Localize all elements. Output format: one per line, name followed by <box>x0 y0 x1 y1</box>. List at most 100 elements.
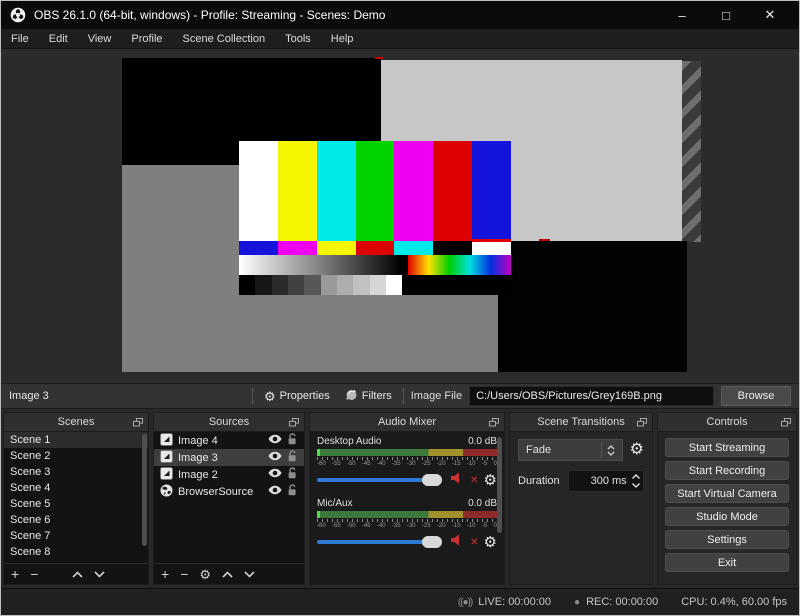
source-properties-gear-icon[interactable]: ⚙ <box>199 568 211 581</box>
rec-time: REC: 00:00:00 <box>586 596 659 608</box>
add-source-button[interactable]: + <box>161 567 169 581</box>
window-title: OBS 26.1.0 (64-bit, windows) - Profile: … <box>34 8 386 22</box>
menu-scene-collection[interactable]: Scene Collection <box>173 29 276 48</box>
browser-source-icon <box>160 484 173 500</box>
volume-slider-handle[interactable] <box>422 474 443 486</box>
start-streaming-button[interactable]: Start Streaming <box>665 438 789 457</box>
volume-slider[interactable] <box>317 536 443 548</box>
move-source-down-button[interactable] <box>244 570 255 578</box>
maximize-button[interactable]: □ <box>711 4 741 26</box>
mute-x-icon: ✕ <box>470 536 479 548</box>
rec-dot-icon: ● <box>574 596 581 608</box>
gear-icon: ⚙ <box>264 388 276 404</box>
visibility-eye-icon[interactable] <box>268 485 282 498</box>
mute-speaker-icon[interactable] <box>451 533 465 551</box>
visibility-eye-icon[interactable] <box>268 434 282 447</box>
scenes-toolbar: + − <box>4 563 148 584</box>
add-scene-button[interactable]: + <box>11 567 19 581</box>
start-virtual-camera-button[interactable]: Start Virtual Camera <box>665 484 789 503</box>
scene-list-item[interactable]: Scene 4 <box>4 480 148 496</box>
scene-list-item[interactable]: Scene 7 <box>4 528 148 544</box>
visibility-eye-icon[interactable] <box>268 451 282 464</box>
menu-tools[interactable]: Tools <box>275 29 321 48</box>
transition-select[interactable]: Fade <box>518 439 623 461</box>
mute-x-icon: ✕ <box>470 474 479 486</box>
controls-title: Controls <box>706 416 748 428</box>
sources-title: Sources <box>208 416 250 428</box>
move-scene-up-button[interactable] <box>72 570 83 578</box>
lock-icon[interactable] <box>287 433 298 448</box>
menu-view[interactable]: View <box>78 29 122 48</box>
scene-transitions-header: Scene Transitions <box>510 413 652 432</box>
menu-edit[interactable]: Edit <box>39 29 78 48</box>
move-scene-down-button[interactable] <box>94 570 105 578</box>
source-list-item[interactable]: Image 2 <box>154 466 304 483</box>
source-test-pattern[interactable] <box>239 141 512 295</box>
source-list-item[interactable]: BrowserSource <box>154 483 304 500</box>
scene-list-item[interactable]: Scene 6 <box>4 512 148 528</box>
source-list-item[interactable]: Image 3 <box>154 449 304 466</box>
spinbox-arrows-icon[interactable] <box>631 472 641 490</box>
remove-scene-button[interactable]: − <box>30 567 38 581</box>
menu-help[interactable]: Help <box>321 29 364 48</box>
move-source-up-button[interactable] <box>222 570 233 578</box>
mixer-channel-desktop-audio: Desktop Audio 0.0 dB -60 -55 -50 -45 -40 -35-… <box>317 436 497 489</box>
exit-button[interactable]: Exit <box>665 553 789 572</box>
lock-icon[interactable] <box>287 484 298 499</box>
dock-options-icon[interactable] <box>133 418 143 430</box>
selection-outline-fragment-bottom <box>539 239 550 241</box>
source-black-rect-bottom-right[interactable] <box>498 241 687 372</box>
close-button[interactable]: ✕ <box>755 4 785 26</box>
lock-icon[interactable] <box>287 450 298 465</box>
scene-list-item[interactable]: Scene 5 <box>4 496 148 512</box>
source-name: Image 4 <box>178 434 218 447</box>
mute-speaker-icon[interactable] <box>451 471 465 489</box>
settings-button[interactable]: Settings <box>665 530 789 549</box>
audio-mixer-panel: Audio Mixer Desktop Audio 0.0 dB -60 -55-… <box>309 412 505 585</box>
channel-gear-icon[interactable]: ⚙ <box>484 473 497 488</box>
source-toolbar: Image 3 ⚙ Properties Filters Image File … <box>1 383 799 409</box>
mixer-scrollbar[interactable] <box>497 437 502 533</box>
source-list-item[interactable]: Image 4 <box>154 432 304 449</box>
browse-button[interactable]: Browse <box>721 386 791 406</box>
test-pattern-color-bars <box>239 141 512 241</box>
toolbar-separator <box>252 388 253 404</box>
studio-mode-button[interactable]: Studio Mode <box>665 507 789 526</box>
volume-slider-handle[interactable] <box>422 536 443 548</box>
menu-file[interactable]: File <box>1 29 39 48</box>
filters-button[interactable]: Filters <box>341 386 396 406</box>
scenes-header: Scenes <box>4 413 148 432</box>
properties-button[interactable]: ⚙ Properties <box>260 388 334 405</box>
menu-profile[interactable]: Profile <box>121 29 172 48</box>
volume-slider[interactable] <box>317 474 443 486</box>
duration-label: Duration <box>518 475 560 487</box>
lock-icon[interactable] <box>287 467 298 482</box>
remove-source-button[interactable]: − <box>180 567 188 581</box>
title-bar: OBS 26.1.0 (64-bit, windows) - Profile: … <box>1 1 799 29</box>
dock-options-icon[interactable] <box>489 418 499 430</box>
image-file-input[interactable] <box>469 386 714 406</box>
scene-list-item[interactable]: Scene 2 <box>4 448 148 464</box>
controls-header: Controls <box>658 413 796 432</box>
duration-spinbox[interactable]: 300 ms <box>567 470 644 492</box>
scene-list-item[interactable]: Scene 8 <box>4 544 148 560</box>
transition-gear-icon[interactable]: ⚙ <box>630 442 644 458</box>
scene-transitions-body: Fade ⚙ Duration 300 ms <box>510 432 652 584</box>
active-source-label: Image 3 <box>9 390 49 402</box>
dock-panels: Scenes Scene 1 Scene 2 Scene 3 Scene 4 S… <box>1 409 799 588</box>
channel-gear-icon[interactable]: ⚙ <box>484 535 497 550</box>
scenes-scrollbar[interactable] <box>142 434 147 546</box>
start-recording-button[interactable]: Start Recording <box>665 461 789 480</box>
scene-list-item[interactable]: Scene 1 <box>4 432 148 448</box>
scene-list-item[interactable]: Scene 3 <box>4 464 148 480</box>
visibility-eye-icon[interactable] <box>268 468 282 481</box>
dock-options-icon[interactable] <box>781 418 791 430</box>
minimize-button[interactable]: – <box>667 4 697 26</box>
preview-canvas[interactable] <box>1 49 799 383</box>
combo-arrows-icon <box>600 442 615 458</box>
volume-meter <box>317 449 497 456</box>
dock-options-icon[interactable] <box>289 418 299 430</box>
image-source-icon <box>160 432 173 449</box>
audio-mixer-title: Audio Mixer <box>377 416 437 428</box>
dock-options-icon[interactable] <box>637 418 647 430</box>
